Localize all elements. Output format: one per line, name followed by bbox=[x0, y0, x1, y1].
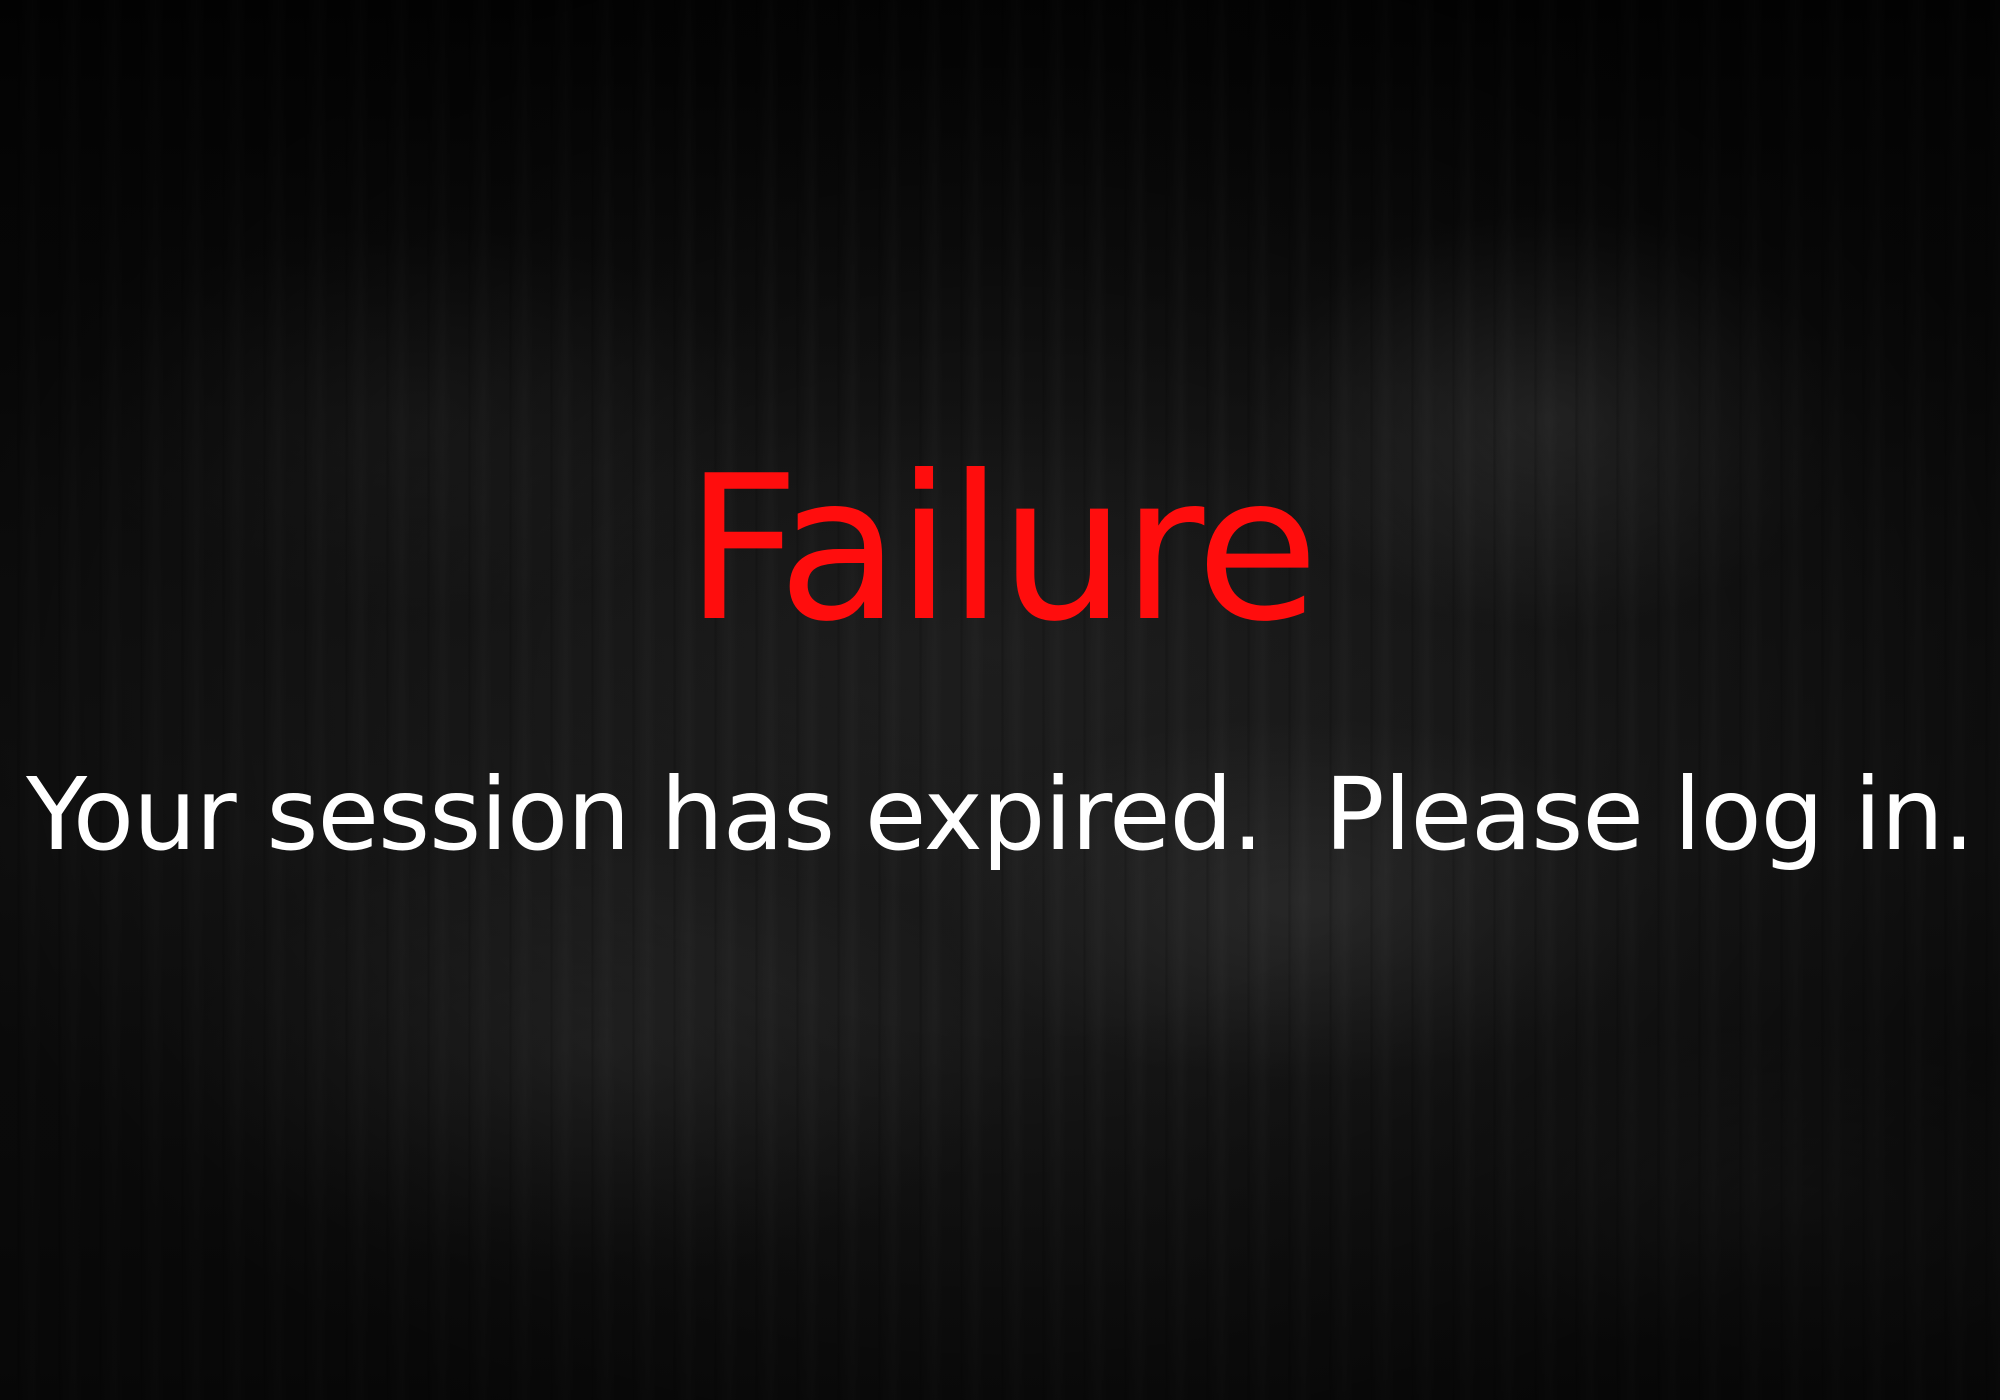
error-title: Failure bbox=[684, 433, 1319, 666]
error-screen: Failure Your session has expired. Please… bbox=[0, 0, 2000, 1400]
error-message: Your session has expired. Please log in. bbox=[26, 756, 1975, 873]
background-texture bbox=[0, 0, 2000, 1400]
background-vignette bbox=[0, 0, 2000, 1400]
